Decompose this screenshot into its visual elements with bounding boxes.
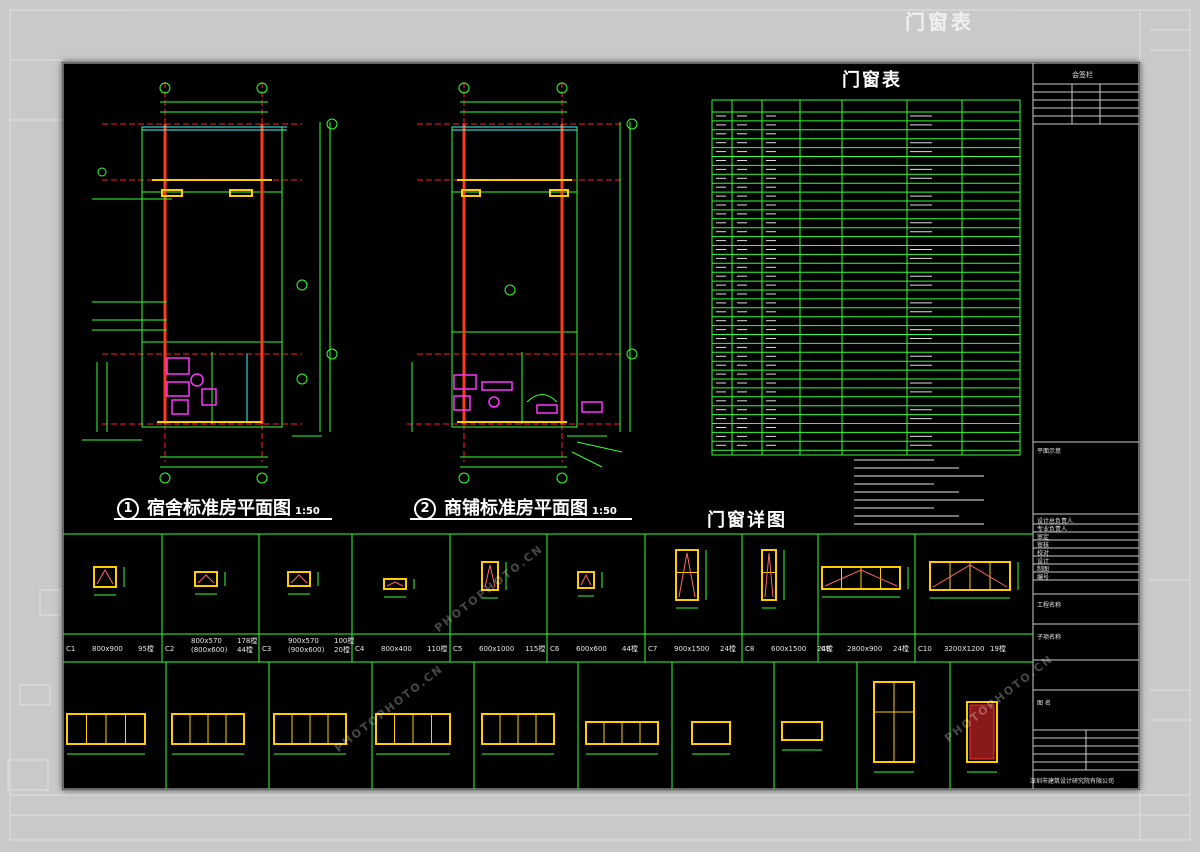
window-swing-r1-5 <box>580 573 592 586</box>
window-frame-r1-3 <box>383 578 407 590</box>
titleblock-role: 编号 <box>1037 574 1050 581</box>
detail-code: C10 <box>918 645 932 653</box>
plan-title-dormitory: 1 宿舍标准房平面图 1:50 <box>117 494 320 520</box>
notes-lines <box>854 459 984 525</box>
window-swing-r1-2 <box>290 574 308 584</box>
window-frame-r1-6 <box>675 549 699 601</box>
window-swing-r1-0 <box>96 568 114 585</box>
titleblock-key-plan: 平面示意 <box>1037 448 1062 455</box>
dormitory-plan <box>82 82 338 484</box>
drawing-sheet: 1 宿舍标准房平面图 1:50 2 商铺标准房平面图 1:50 门窗表 门窗详图 会签栏… <box>62 62 1140 790</box>
window-frame-r1-1 <box>194 571 218 587</box>
window-frame-r2-6 <box>691 721 731 745</box>
detail-size: 900x1500 <box>674 645 710 653</box>
detail-size: 2800x900 <box>847 645 883 653</box>
details-grid <box>63 533 1033 789</box>
details-title: 门窗详图 <box>707 510 787 531</box>
window-swing-r1-7 <box>764 552 774 598</box>
detail-code: C9 <box>821 645 831 653</box>
cad-linework <box>62 62 1140 790</box>
titleblock-drawing-label: 图 名 <box>1037 700 1051 707</box>
window-frame-r1-2 <box>287 571 311 587</box>
detail-qty: 44樘 <box>622 645 638 653</box>
detail-code: C2 <box>165 645 175 653</box>
titleblock-company: 深圳市建筑设计研究院有限公司 <box>1030 778 1115 785</box>
plan-number-1: 1 <box>117 498 139 520</box>
detail-code: C4 <box>355 645 365 653</box>
plan-1-underline <box>114 518 332 520</box>
window-swing-r1-1 <box>197 574 215 584</box>
detail-code: C6 <box>550 645 560 653</box>
shop-plan <box>407 82 638 484</box>
detail-size: 3200X1200 <box>944 645 985 653</box>
detail-size: 900x570 (900x600) <box>288 637 325 654</box>
detail-code: C5 <box>453 645 463 653</box>
schedule-title: 门窗表 <box>842 70 902 91</box>
schedule-table <box>711 99 1021 456</box>
detail-code: C3 <box>262 645 272 653</box>
plan-2-scale: 1:50 <box>592 506 617 517</box>
detail-size: 600x1500 <box>771 645 807 653</box>
plan-2-underline <box>410 518 632 520</box>
detail-size: 600x1000 <box>479 645 515 653</box>
detail-code: C1 <box>66 645 76 653</box>
window-frame-r2-7 <box>781 721 823 741</box>
window-swing-r1-3 <box>386 581 404 587</box>
detail-size: 800x570 (800x600) <box>191 637 228 654</box>
detail-size: 800x900 <box>92 645 123 653</box>
detail-qty: 100樘 20樘 <box>334 637 355 654</box>
detail-qty: 19樘 <box>990 645 1006 653</box>
detail-qty: 178樘 44樘 <box>237 637 258 654</box>
plan-1-scale: 1:50 <box>295 506 320 517</box>
detail-qty: 95樘 <box>138 645 154 653</box>
plan-1-title: 宿舍标准房平面图 <box>147 498 291 519</box>
titleblock-header: 会签栏 <box>1072 71 1093 79</box>
detail-code: C7 <box>648 645 658 653</box>
titleblock-project-label: 工程名称 <box>1037 602 1062 609</box>
detail-size: 800x400 <box>381 645 412 653</box>
detail-qty: 110樘 <box>427 645 448 653</box>
detail-size: 600x600 <box>576 645 607 653</box>
plan-title-shop: 2 商铺标准房平面图 1:50 <box>414 494 617 520</box>
titleblock-sub-label: 子项名称 <box>1037 634 1062 641</box>
window-swing-r1-6 <box>678 552 696 598</box>
background-title: 门窗表 <box>905 10 974 34</box>
title-block-lines <box>1032 62 1140 790</box>
detail-qty: 115樘 <box>525 645 546 653</box>
plan-2-title: 商铺标准房平面图 <box>444 498 588 519</box>
detail-qty: 24樘 <box>893 645 909 653</box>
detail-code: C8 <box>745 645 755 653</box>
plan-number-2: 2 <box>414 498 436 520</box>
schedule-frame <box>711 99 1021 456</box>
titleblock-frame <box>1032 62 1140 790</box>
detail-qty: 24樘 <box>720 645 736 653</box>
